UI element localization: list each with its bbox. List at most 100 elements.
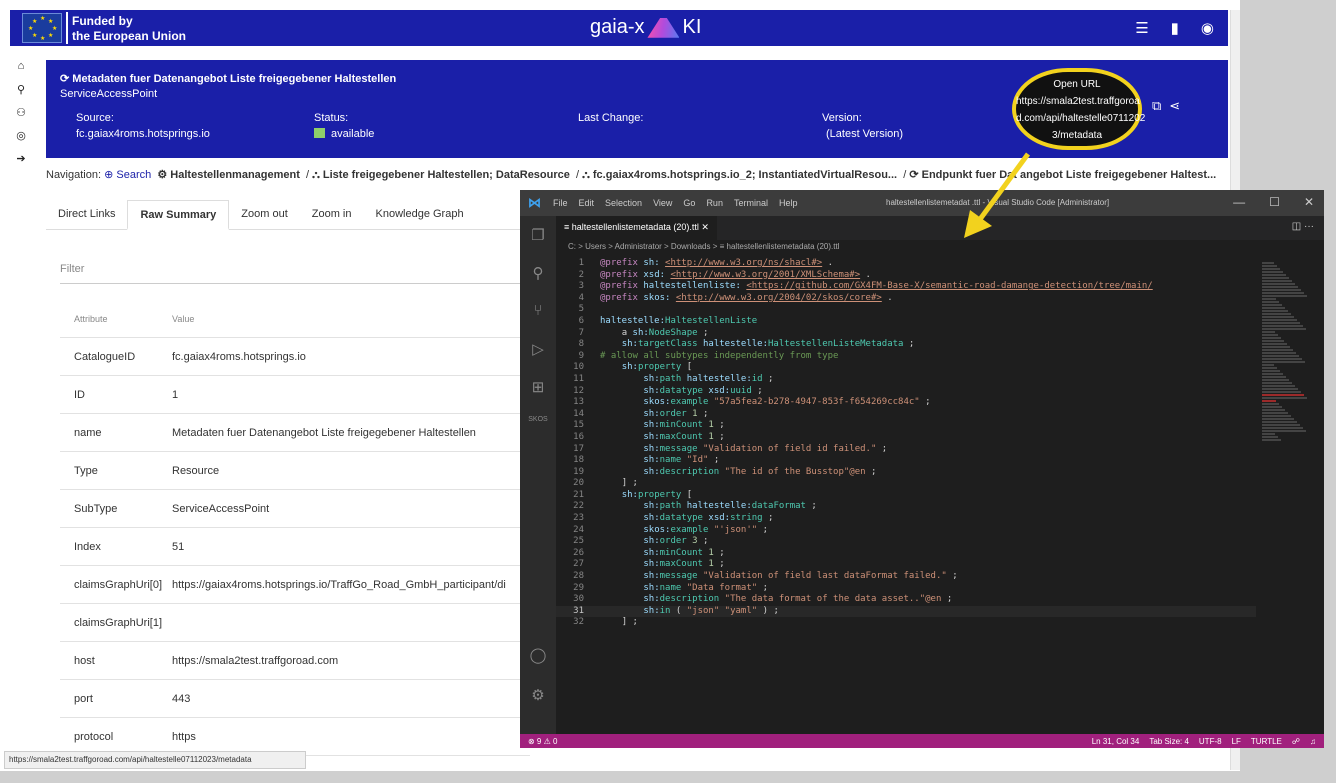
- code-line[interactable]: 1 @prefix sh: <http://www.w3.org/ns/shacl…: [556, 258, 1256, 270]
- menu-edit[interactable]: Edit: [579, 198, 595, 208]
- table-row: port 443: [60, 680, 530, 718]
- code-line[interactable]: 22 sh:path haltestelle:dataFormat ;: [556, 501, 1256, 513]
- line-number: 13: [573, 397, 584, 408]
- code-line[interactable]: 27 sh:maxCount 1 ;: [556, 559, 1256, 571]
- crumb-instantiated[interactable]: ⛬ fc.gaiax4roms.hotsprings.io_2; Instant…: [582, 169, 897, 181]
- tab-size[interactable]: Tab Size: 4: [1149, 737, 1189, 746]
- editor-tab[interactable]: ≡ haltestellenlistemetadata (20).ttl ✕: [556, 216, 717, 240]
- tab-close-icon[interactable]: ✕: [701, 222, 709, 232]
- code-line[interactable]: 12 sh:datatype xsd:uuid ;: [556, 386, 1256, 398]
- tab-zoom-in[interactable]: Zoom in: [300, 200, 364, 229]
- code-line[interactable]: 11 sh:path haltestelle:id ;: [556, 374, 1256, 386]
- banner-actions: ⧉ ⋖: [1152, 98, 1180, 114]
- code-line[interactable]: 4 @prefix skos: <http://www.w3.org/2004/0…: [556, 293, 1256, 305]
- account-icon[interactable]: ◯: [520, 636, 556, 674]
- feedback-icon[interactable]: ☍: [1292, 737, 1300, 746]
- code-line[interactable]: 13 skos:example "57a5fea2-b278-4947-853f…: [556, 397, 1256, 409]
- menu-run[interactable]: Run: [706, 198, 723, 208]
- open-external-icon[interactable]: ⧉: [1152, 98, 1161, 114]
- search-icon[interactable]: ⚲: [10, 83, 32, 105]
- extensions-icon[interactable]: ⊞: [520, 368, 556, 406]
- crumb4-text: Endpunkt fuer Dat angebot Liste freigege…: [921, 169, 1217, 181]
- crumb-endpunkt[interactable]: ⟳ Endpunkt fuer Dat angebot Liste freige…: [909, 169, 1216, 181]
- code-editor[interactable]: 1 @prefix sh: <http://www.w3.org/ns/shacl…: [556, 258, 1256, 734]
- search-icon[interactable]: ⚲: [520, 254, 556, 292]
- minimap-line: [1262, 400, 1276, 402]
- minimap[interactable]: [1260, 258, 1314, 734]
- code-line[interactable]: 9 # allow all subtypes independently from…: [556, 351, 1256, 363]
- code-line[interactable]: 20 ] ;: [556, 478, 1256, 490]
- menu-help[interactable]: Help: [779, 198, 798, 208]
- explorer-icon[interactable]: ❐: [520, 216, 556, 254]
- home-icon[interactable]: ⌂: [10, 60, 32, 82]
- code-line[interactable]: 7 a sh:NodeShape ;: [556, 328, 1256, 340]
- cursor-position[interactable]: Ln 31, Col 34: [1092, 737, 1140, 746]
- crumb1-text: Haltestellenmanagement: [170, 169, 300, 181]
- cell-attribute: CatalogueID: [74, 350, 136, 363]
- document-icon[interactable]: ▮: [1171, 19, 1179, 37]
- code-line[interactable]: 23 sh:datatype xsd:string ;: [556, 513, 1256, 525]
- code-line[interactable]: 15 sh:minCount 1 ;: [556, 420, 1256, 432]
- tab-zoom-out[interactable]: Zoom out: [229, 200, 299, 229]
- code-line[interactable]: 16 sh:maxCount 1 ;: [556, 432, 1256, 444]
- code-line[interactable]: 29 sh:name "Data format" ;: [556, 583, 1256, 595]
- code-line[interactable]: 19 sh:description "The id of the Busstop…: [556, 467, 1256, 479]
- code-line[interactable]: 2 @prefix xsd: <http://www.w3.org/2001/XM…: [556, 270, 1256, 282]
- code-line[interactable]: 3 @prefix haltestellenliste: <https://git…: [556, 281, 1256, 293]
- user-icon[interactable]: ◎: [10, 129, 32, 151]
- code-line[interactable]: 28 sh:message "Validation of field last …: [556, 571, 1256, 583]
- cell-value: ServiceAccessPoint: [172, 502, 270, 515]
- notifications-icon[interactable]: ♫: [1310, 737, 1316, 746]
- code-line[interactable]: 32 ] ;: [556, 617, 1256, 629]
- tab-direct-links[interactable]: Direct Links: [46, 200, 127, 229]
- tab-raw-summary[interactable]: Raw Summary: [127, 200, 230, 230]
- line-text: @prefix haltestellenliste: <https://gith…: [600, 281, 1153, 292]
- skos-icon[interactable]: SKOS: [520, 406, 556, 444]
- menu-icon[interactable]: ☰: [1135, 19, 1148, 37]
- filter-input[interactable]: Filter: [60, 256, 526, 284]
- code-line[interactable]: 25 sh:order 3 ;: [556, 536, 1256, 548]
- code-line[interactable]: 30 sh:description "The data format of th…: [556, 594, 1256, 606]
- arrow-right-icon[interactable]: ➔: [10, 152, 32, 174]
- minimize-icon[interactable]: —: [1233, 195, 1245, 209]
- menu-go[interactable]: Go: [683, 198, 695, 208]
- code-line[interactable]: 18 sh:name "Id" ;: [556, 455, 1256, 467]
- crumb-haltestellenmanagement[interactable]: ⚙ Haltestellenmanagement: [157, 169, 300, 181]
- users-icon[interactable]: ⚇: [10, 106, 32, 128]
- code-line[interactable]: 6 haltestelle:HaltestellenListe: [556, 316, 1256, 328]
- encoding[interactable]: UTF-8: [1199, 737, 1222, 746]
- minimap-line: [1262, 325, 1303, 327]
- code-line[interactable]: 5: [556, 304, 1256, 316]
- problems-indicator[interactable]: ⊗ 9 ⚠ 0: [528, 737, 557, 746]
- code-line[interactable]: 8 sh:targetClass haltestelle:Haltestelle…: [556, 339, 1256, 351]
- crumb-liste[interactable]: ⛬ Liste freigegebener Haltestellen; Data…: [312, 169, 570, 181]
- code-line[interactable]: 14 sh:order 1 ;: [556, 409, 1256, 421]
- language-mode[interactable]: TURTLE: [1251, 737, 1282, 746]
- menu-view[interactable]: View: [653, 198, 672, 208]
- share-icon[interactable]: ⋖: [1169, 98, 1180, 114]
- settings-gear-icon[interactable]: ⚙: [520, 676, 556, 714]
- header-divider: [66, 12, 68, 44]
- code-line[interactable]: 17 sh:message "Validation of field id fa…: [556, 444, 1256, 456]
- menu-selection[interactable]: Selection: [605, 198, 642, 208]
- nav-search-link[interactable]: ⊕ Search: [104, 169, 151, 181]
- maximize-icon[interactable]: ☐: [1269, 195, 1280, 209]
- code-line[interactable]: 26 sh:minCount 1 ;: [556, 548, 1256, 560]
- menu-terminal[interactable]: Terminal: [734, 198, 768, 208]
- crumb3-text: fc.gaiax4roms.hotsprings.io_2; Instantia…: [592, 169, 898, 181]
- code-line[interactable]: 21 sh:property [: [556, 490, 1256, 502]
- line-ending[interactable]: LF: [1232, 737, 1241, 746]
- close-icon[interactable]: ✕: [1304, 195, 1314, 209]
- gaia-x-ki-logo[interactable]: gaia-x KI: [590, 16, 701, 39]
- code-line[interactable]: 31 sh:in ( "json" "yaml" ) ;: [556, 605, 1256, 618]
- user-icon[interactable]: ◉: [1201, 19, 1214, 37]
- run-debug-icon[interactable]: ▷: [520, 330, 556, 368]
- dataset-subtype: ServiceAccessPoint: [60, 88, 158, 100]
- menu-file[interactable]: File: [553, 198, 568, 208]
- split-editor-icon[interactable]: ◫ ···: [1292, 221, 1314, 232]
- code-line[interactable]: 10 sh:property [: [556, 362, 1256, 374]
- source-control-icon[interactable]: ⑂: [520, 292, 556, 330]
- line-text: sh:targetClass haltestelle:HaltestellenL…: [621, 339, 915, 350]
- code-line[interactable]: 24 skos:example "'json'" ;: [556, 525, 1256, 537]
- tab-knowledge-graph[interactable]: Knowledge Graph: [364, 200, 476, 229]
